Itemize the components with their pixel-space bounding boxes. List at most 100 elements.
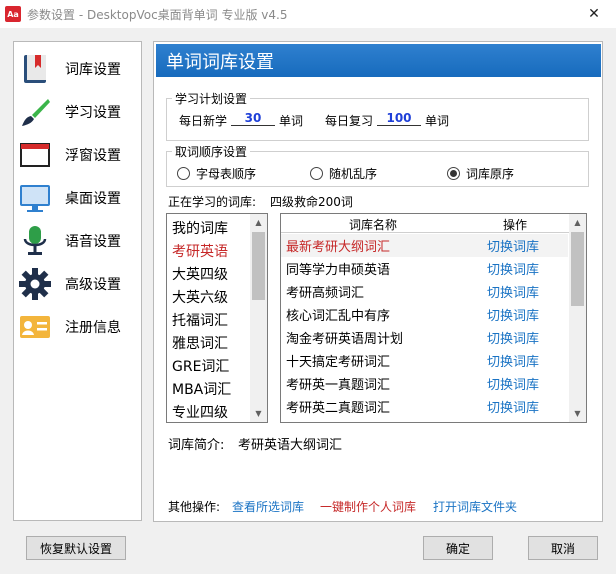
sidebar-item-library[interactable]: 词库设置 [14, 50, 141, 88]
main-panel: 单词词库设置 学习计划设置 每日新学 30 单词 每日复习 100 单词 取词顺… [153, 41, 603, 522]
table-row[interactable]: 同等学力申硕英语 切换词库 [281, 257, 568, 280]
category-item[interactable]: 大英六级 [172, 287, 228, 307]
app-icon: Aa [5, 6, 21, 22]
window-icon [20, 143, 50, 167]
daily-review-input[interactable]: 100 [377, 111, 421, 126]
view-library-link[interactable]: 查看所选词库 [232, 498, 304, 515]
daily-review-unit: 单词 [425, 114, 450, 128]
table-row[interactable]: 核心词汇乱中有序 切换词库 [281, 303, 568, 326]
library-name: 考研高频词汇 [286, 286, 365, 301]
page-title: 单词词库设置 [156, 44, 601, 77]
scroll-down-icon[interactable]: ▼ [569, 405, 586, 422]
table-row[interactable]: 考研英二真题词汇 切换词库 [281, 395, 568, 418]
table-row[interactable]: 考研英一真题词汇 切换词库 [281, 372, 568, 395]
table-row[interactable]: 淘金考研英语周计划 切换词库 [281, 326, 568, 349]
category-item[interactable]: MBA词汇 [172, 379, 231, 399]
id-card-icon [20, 316, 50, 338]
scroll-thumb[interactable] [252, 232, 265, 300]
daily-new-unit: 单词 [279, 114, 304, 128]
sidebar-item-label: 高级设置 [65, 277, 121, 293]
library-name: 同等学力申硕英语 [286, 263, 391, 278]
open-folder-link[interactable]: 打开词库文件夹 [433, 498, 517, 515]
switch-library-link[interactable]: 切换词库 [487, 236, 539, 255]
sidebar-item-label: 浮窗设置 [65, 148, 121, 164]
category-item[interactable]: 专业四级 [172, 402, 228, 422]
table-row[interactable]: 最新考研大纲词汇 切换词库 [281, 234, 568, 257]
switch-library-link[interactable]: 切换词库 [487, 374, 539, 393]
window-title: 参数设置 - DesktopVoc桌面背单词 专业版 v4.5 [27, 7, 288, 22]
category-scrollbar[interactable]: ▲ ▼ [250, 214, 267, 422]
radio-circle [310, 167, 323, 180]
word-order-group: 取词顺序设置 字母表顺序 随机乱序 词库原序 [166, 143, 589, 187]
table-row[interactable]: 考研高频词汇 切换词库 [281, 280, 568, 303]
table-row[interactable]: 十天搞定考研词汇 切换词库 [281, 349, 568, 372]
sidebar-item-registration[interactable]: 注册信息 [14, 308, 141, 346]
category-item[interactable]: 托福词汇 [172, 310, 228, 330]
switch-library-link[interactable]: 切换词库 [487, 397, 539, 416]
microphone-icon [23, 226, 47, 255]
word-order-title: 取词顺序设置 [172, 143, 251, 160]
category-item[interactable]: 我的词库 [172, 218, 228, 238]
category-item[interactable]: 雅思词汇 [172, 333, 228, 353]
scroll-up-icon[interactable]: ▲ [569, 214, 586, 231]
radio-circle-checked [447, 167, 460, 180]
daily-review-label: 每日复习 [325, 114, 374, 128]
restore-defaults-button[interactable]: 恢复默认设置 [26, 536, 126, 560]
switch-library-link[interactable]: 切换词库 [487, 351, 539, 370]
switch-library-link[interactable]: 切换词库 [487, 328, 539, 347]
category-item[interactable]: GRE词汇 [172, 356, 229, 376]
title-bar: Aa 参数设置 - DesktopVoc桌面背单词 专业版 v4.5 ✕ [0, 0, 616, 28]
intro-label: 词库简介: [168, 438, 225, 453]
library-name: 淘金考研英语周计划 [286, 332, 404, 347]
library-name: 核心词汇乱中有序 [286, 309, 391, 324]
sidebar-item-advanced[interactable]: 高级设置 [14, 265, 141, 303]
sidebar-item-label: 语音设置 [65, 234, 121, 250]
radio-label: 随机乱序 [329, 167, 378, 181]
sidebar-item-label: 学习设置 [65, 105, 121, 121]
ok-button[interactable]: 确定 [423, 536, 493, 560]
intro-value: 考研英语大纲词汇 [238, 438, 343, 453]
sidebar-item-study[interactable]: 学习设置 [14, 93, 141, 131]
column-header-name: 词库名称 [349, 218, 398, 232]
scroll-up-icon[interactable]: ▲ [250, 214, 267, 231]
category-item[interactable]: 考研英语 [172, 241, 228, 261]
radio-label: 字母表顺序 [196, 167, 257, 181]
cancel-button[interactable]: 取消 [528, 536, 598, 560]
daily-new-label: 每日新学 [179, 114, 228, 128]
other-ops-label: 其他操作: [168, 500, 221, 514]
table-scrollbar[interactable]: ▲ ▼ [569, 214, 586, 422]
library-name: 考研英二真题词汇 [286, 401, 391, 416]
table-header: 词库名称 操作 [281, 214, 570, 233]
create-library-link[interactable]: 一键制作个人词库 [320, 498, 416, 515]
library-table[interactable]: 词库名称 操作 最新考研大纲词汇 切换词库 同等学力申硕英语 切换词库 考研高频词汇 切换… [280, 213, 587, 423]
sidebar-item-float-window[interactable]: 浮窗设置 [14, 136, 141, 174]
radio-alphabetical[interactable]: 字母表顺序 [177, 165, 256, 182]
library-name: 最新考研大纲词汇 [286, 240, 391, 255]
radio-label: 词库原序 [466, 167, 515, 181]
category-list[interactable]: 我的词库考研英语大英四级大英六级托福词汇雅思词汇 GRE词汇 MBA词汇专业四级 ▲… [166, 213, 268, 423]
sidebar-item-label: 注册信息 [65, 320, 121, 336]
study-plan-group: 学习计划设置 每日新学 30 单词 每日复习 100 单词 [166, 90, 589, 141]
paintbrush-icon [22, 99, 50, 126]
radio-original-order[interactable]: 词库原序 [447, 165, 514, 182]
radio-random[interactable]: 随机乱序 [310, 165, 377, 182]
column-header-op: 操作 [503, 218, 528, 232]
switch-library-link[interactable]: 切换词库 [487, 282, 539, 301]
switch-library-link[interactable]: 切换词库 [487, 259, 539, 278]
library-name: 十天搞定考研词汇 [286, 355, 391, 370]
switch-library-link[interactable]: 切换词库 [487, 305, 539, 324]
study-plan-title: 学习计划设置 [172, 90, 251, 107]
sidebar-item-label: 桌面设置 [65, 191, 121, 207]
sidebar-item-desktop[interactable]: 桌面设置 [14, 179, 141, 217]
book-bookmark-icon [24, 55, 46, 83]
sidebar: 词库设置 学习设置 浮窗设置 桌面设置 语音设置 高级设置 注册信息 [13, 41, 142, 521]
scroll-down-icon[interactable]: ▼ [250, 405, 267, 422]
library-name: 考研英一真题词汇 [286, 378, 391, 393]
daily-new-input[interactable]: 30 [231, 111, 275, 126]
sidebar-item-voice[interactable]: 语音设置 [14, 222, 141, 260]
current-library-label: 正在学习的词库: [168, 195, 257, 209]
close-icon[interactable]: ✕ [572, 0, 616, 28]
category-item[interactable]: 大英四级 [172, 264, 228, 284]
scroll-thumb[interactable] [571, 232, 584, 306]
sidebar-item-label: 词库设置 [65, 62, 121, 78]
